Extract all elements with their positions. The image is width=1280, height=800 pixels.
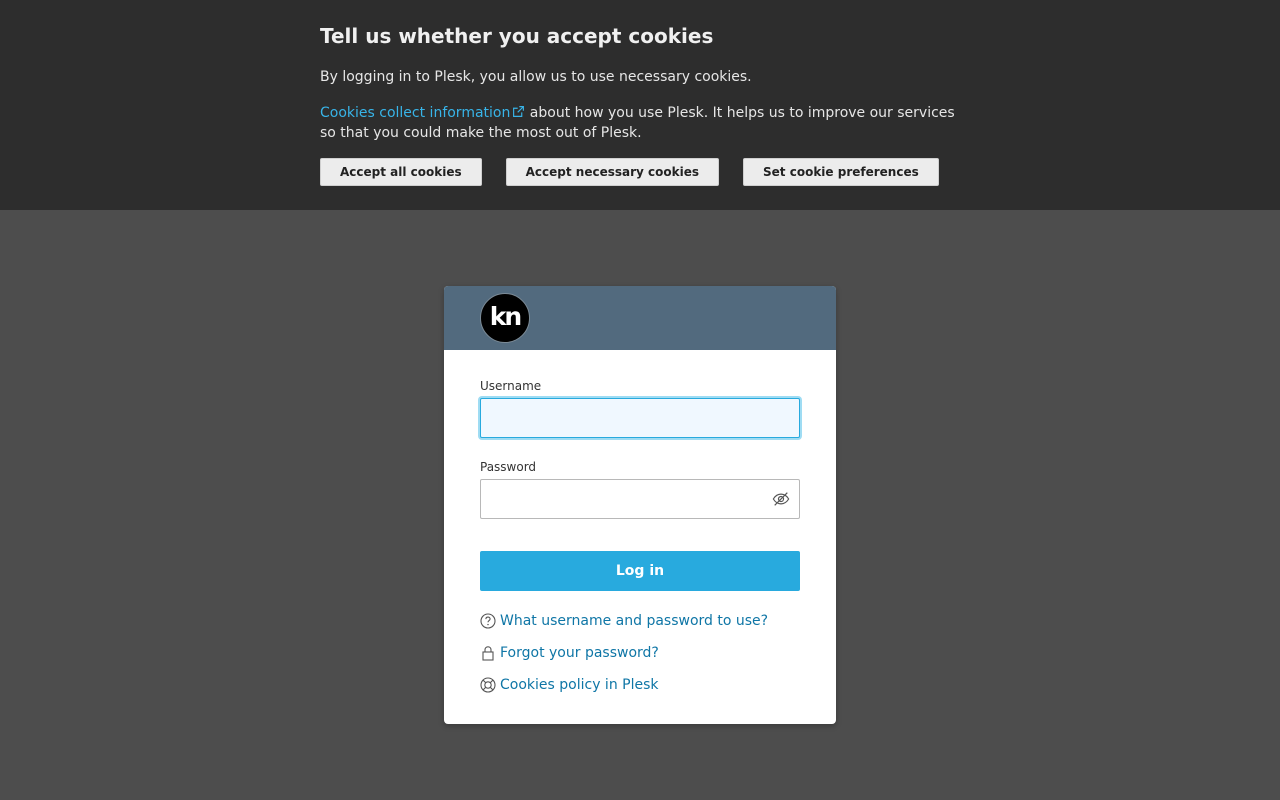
- cookie-banner-title: Tell us whether you accept cookies: [320, 24, 714, 48]
- forgot-password-item: Forgot your password?: [480, 643, 800, 663]
- login-card: kn Username Password Log in What usernam…: [444, 286, 836, 724]
- username-input[interactable]: [480, 398, 800, 438]
- login-form: Username Password Log in What username a…: [444, 350, 836, 695]
- accept-all-cookies-button[interactable]: Accept all cookies: [320, 158, 482, 186]
- brand-logo: kn: [480, 293, 530, 343]
- password-field-group: Password: [480, 459, 800, 519]
- credentials-help-item: What username and password to use?: [480, 611, 800, 631]
- forgot-password-link[interactable]: Forgot your password?: [500, 645, 659, 661]
- credentials-help-link[interactable]: What username and password to use?: [500, 613, 768, 629]
- eye-slash-icon[interactable]: [772, 490, 790, 508]
- lock-icon: [482, 646, 494, 661]
- login-card-header: kn: [444, 286, 836, 350]
- username-field-group: Username: [480, 378, 800, 438]
- external-link-icon: [513, 106, 525, 117]
- cookie-banner-content: Tell us whether you accept cookies By lo…: [320, 22, 960, 186]
- password-wrapper: [480, 479, 800, 519]
- password-input[interactable]: [480, 479, 800, 519]
- cookie-banner-info: Cookies collect information about how yo…: [320, 103, 960, 143]
- cookies-policy-item: Cookies policy in Plesk: [480, 675, 800, 695]
- cookies-policy-link[interactable]: Cookies policy in Plesk: [500, 677, 658, 693]
- cookies-info-link[interactable]: Cookies collect information: [320, 105, 525, 121]
- cookies-info-link-label: Cookies collect information: [320, 105, 511, 121]
- password-label: Password: [480, 460, 537, 474]
- cookie-banner-text: By logging in to Plesk, you allow us to …: [320, 69, 752, 85]
- accept-necessary-cookies-button[interactable]: Accept necessary cookies: [505, 158, 720, 186]
- login-button[interactable]: Log in: [480, 551, 800, 591]
- question-circle-icon: [480, 613, 496, 629]
- cookie-preferences-button[interactable]: Set cookie preferences: [743, 158, 939, 186]
- username-label: Username: [480, 379, 542, 393]
- cookie-buttons: Accept all cookies Accept necessary cook…: [320, 158, 939, 186]
- globe-icon: [480, 677, 496, 693]
- cookie-banner: Tell us whether you accept cookies By lo…: [0, 0, 1280, 210]
- help-links: What username and password to use? Forgo…: [480, 611, 800, 695]
